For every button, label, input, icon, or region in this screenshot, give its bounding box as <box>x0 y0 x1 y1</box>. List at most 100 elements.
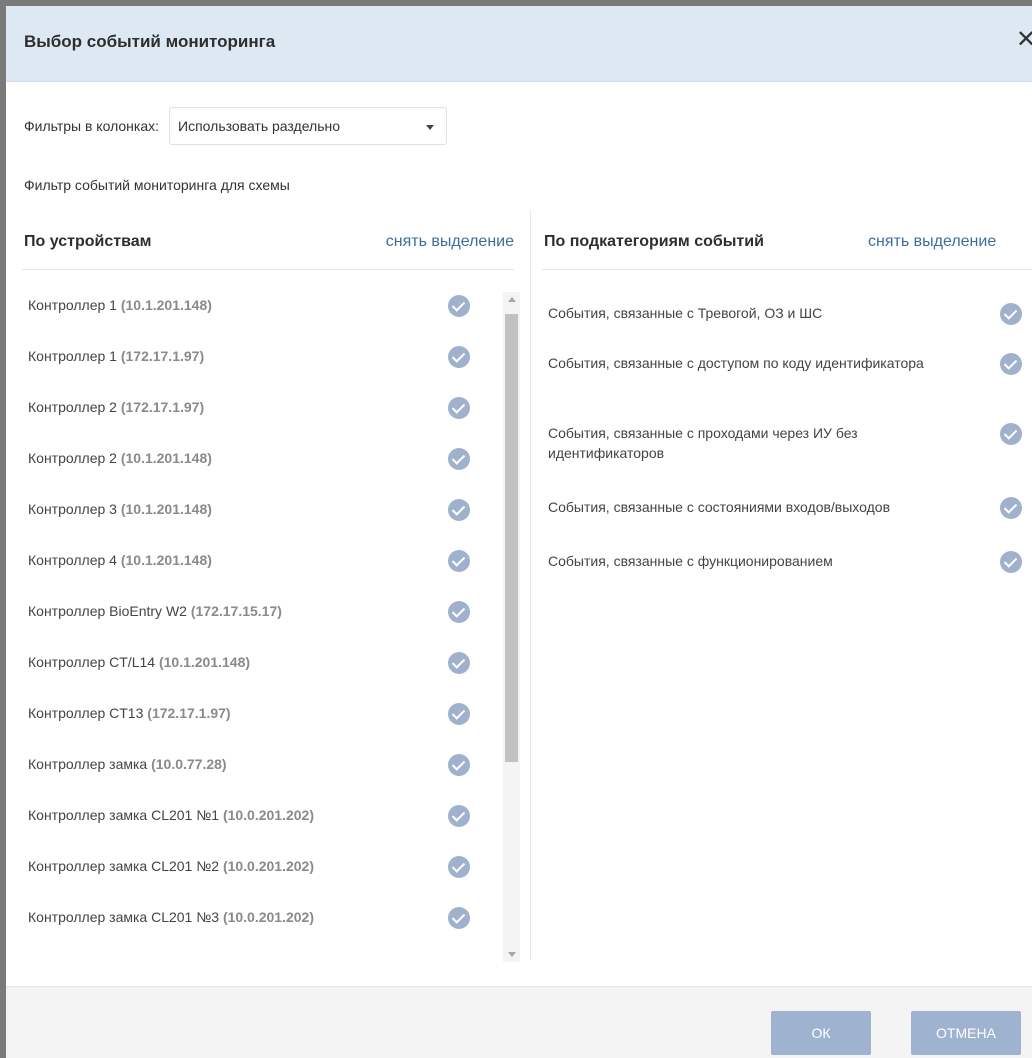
device-list-item[interactable] <box>26 946 476 963</box>
device-name: Контроллер 2 <box>28 450 117 466</box>
device-ip: (10.0.77.28) <box>151 756 227 772</box>
device-list-item[interactable]: Контроллер 2 (10.1.201.148) <box>26 436 476 487</box>
device-name: Контроллер замка CL201 №3 <box>28 909 220 925</box>
device-name: Контроллер замка CL201 №2 <box>28 858 220 874</box>
device-ip: (172.17.1.97) <box>120 399 205 415</box>
device-list-item[interactable]: Контроллер 3 (10.1.201.148) <box>26 487 476 538</box>
device-label: Контроллер замка CL201 №3 (10.0.201.202) <box>28 909 314 925</box>
device-label: Контроллер BioEntry W2 (172.17.15.17) <box>28 603 282 619</box>
category-list-item[interactable]: События, связанные с функционированием <box>548 537 1032 587</box>
schema-filter-subtitle: Фильтр событий мониторинга для схемы <box>24 177 290 193</box>
device-name: Контроллер BioEntry W2 <box>28 603 187 619</box>
device-list-item[interactable]: Контроллер CT/L14 (10.1.201.148) <box>26 640 476 691</box>
device-list-item[interactable]: Контроллер BioEntry W2 (172.17.15.17) <box>26 589 476 640</box>
dialog-footer: ОК ОТМЕНА <box>6 986 1032 1058</box>
device-ip: (10.1.201.148) <box>120 297 212 313</box>
device-label: Контроллер 4 (10.1.201.148) <box>28 552 212 568</box>
device-name: Контроллер 3 <box>28 501 117 517</box>
devices-column-title: По устройствам <box>24 233 152 250</box>
check-circle-icon[interactable] <box>448 652 470 674</box>
cancel-button[interactable]: ОТМЕНА <box>911 1011 1021 1055</box>
filter-label: Фильтры в колонках: <box>24 118 160 134</box>
check-circle-icon[interactable] <box>448 907 470 929</box>
device-label: Контроллер 1 (172.17.1.97) <box>28 348 204 364</box>
scroll-up-icon[interactable] <box>508 297 516 302</box>
device-ip: (10.1.201.148) <box>120 552 212 568</box>
device-ip: (10.0.201.202) <box>222 858 315 874</box>
device-ip: (10.1.201.148) <box>158 654 251 670</box>
categories-clear-selection-link[interactable]: снять выделение <box>868 233 996 251</box>
device-label: Контроллер замка CL201 №1 (10.0.201.202) <box>28 807 314 823</box>
device-list-item[interactable]: Контроллер замка CL201 №2 (10.0.201.202) <box>26 844 476 895</box>
category-list-item[interactable]: События, связанные с проходами через ИУ … <box>548 409 1032 483</box>
device-list-item[interactable]: Контроллер 1 (10.1.201.148) <box>26 283 476 334</box>
device-name: Контроллер 1 <box>28 348 117 364</box>
check-circle-icon[interactable] <box>1000 353 1022 375</box>
device-label: Контроллер CT13 (172.17.1.97) <box>28 705 231 721</box>
devices-clear-selection-link[interactable]: снять выделение <box>386 233 514 251</box>
check-circle-icon[interactable] <box>448 856 470 878</box>
device-label: Контроллер CT/L14 (10.1.201.148) <box>28 654 250 670</box>
category-list-item[interactable]: События, связанные с Тревогой, ОЗ и ШС <box>548 289 1032 339</box>
category-list-item[interactable]: События, связанные с доступом по коду ид… <box>548 339 1032 409</box>
filter-mode-select[interactable]: Использовать раздельно <box>169 107 448 145</box>
check-circle-icon[interactable] <box>1000 497 1022 519</box>
category-label: События, связанные с проходами через ИУ … <box>548 425 858 461</box>
device-list-item[interactable]: Контроллер замка CL201 №1 (10.0.201.202) <box>26 793 476 844</box>
check-circle-icon[interactable] <box>448 754 470 776</box>
check-circle-icon[interactable] <box>448 346 470 368</box>
device-label: Контроллер замка CL201 №2 (10.0.201.202) <box>28 858 314 874</box>
check-circle-icon[interactable] <box>448 805 470 827</box>
ok-button[interactable]: ОК <box>771 1011 871 1055</box>
check-circle-icon[interactable] <box>448 397 470 419</box>
device-name: Контроллер CT13 <box>28 705 144 721</box>
device-label: Контроллер 3 (10.1.201.148) <box>28 501 212 517</box>
device-list-item[interactable]: Контроллер 2 (172.17.1.97) <box>26 385 476 436</box>
device-list-scrollbar[interactable] <box>503 292 520 962</box>
device-list: Контроллер 1 (10.1.201.148) Контроллер 1 … <box>26 283 476 963</box>
scrollbar-thumb[interactable] <box>505 314 518 762</box>
check-circle-icon[interactable] <box>448 295 470 317</box>
dialog-header: Выбор событий мониторинга ✕ <box>6 6 1032 82</box>
device-name: Контроллер 2 <box>28 399 117 415</box>
categories-column-header: По подкатегориям событий снять выделение <box>542 228 1032 270</box>
check-circle-icon[interactable] <box>448 703 470 725</box>
device-ip: (10.0.201.202) <box>222 807 315 823</box>
check-circle-icon[interactable] <box>448 550 470 572</box>
device-list-item[interactable]: Контроллер замка CL201 №3 (10.0.201.202) <box>26 895 476 946</box>
check-circle-icon[interactable] <box>448 601 470 623</box>
device-list-item[interactable]: Контроллер 4 (10.1.201.148) <box>26 538 476 589</box>
filter-row: Фильтры в колонках: Использовать раздель… <box>24 107 448 145</box>
device-name: Контроллер CT/L14 <box>28 654 156 670</box>
check-circle-icon[interactable] <box>448 448 470 470</box>
device-label: Контроллер замка (10.0.77.28) <box>28 756 227 772</box>
device-label: Контроллер 2 (172.17.1.97) <box>28 399 204 415</box>
device-list-item[interactable]: Контроллер CT13 (172.17.1.97) <box>26 691 476 742</box>
device-ip: (10.1.201.148) <box>120 450 212 466</box>
devices-column-header: По устройствам снять выделение <box>22 228 514 270</box>
category-label: События, связанные с Тревогой, ОЗ и ШС <box>548 305 823 321</box>
scroll-down-icon[interactable] <box>508 952 516 957</box>
close-icon[interactable]: ✕ <box>1016 28 1032 52</box>
device-ip: (172.17.1.97) <box>147 705 231 721</box>
category-label: События, связанные с состояниями входов/… <box>548 499 891 515</box>
check-circle-icon[interactable] <box>1000 303 1022 325</box>
device-name: Контроллер замка CL201 №1 <box>28 807 220 823</box>
categories-column-title: По подкатегориям событий <box>544 233 764 250</box>
device-name: Контроллер 1 <box>28 297 117 313</box>
check-circle-icon[interactable] <box>1000 551 1022 573</box>
chevron-down-icon <box>426 125 435 130</box>
category-label: События, связанные с доступом по коду ид… <box>548 355 924 371</box>
category-list-item[interactable]: События, связанные с состояниями входов/… <box>548 483 1032 537</box>
device-list-item[interactable]: Контроллер замка (10.0.77.28) <box>26 742 476 793</box>
device-ip: (10.0.201.202) <box>222 909 315 925</box>
dialog-title: Выбор событий мониторинга <box>24 32 276 51</box>
device-ip: (172.17.1.97) <box>120 348 205 364</box>
category-label: События, связанные с функционированием <box>548 553 833 569</box>
check-circle-icon[interactable] <box>1000 423 1022 445</box>
device-name: Контроллер замка <box>28 756 148 772</box>
dialog: Выбор событий мониторинга ✕ Фильтры в ко… <box>0 0 1032 1058</box>
check-circle-icon[interactable] <box>448 499 470 521</box>
filter-mode-value: Использовать раздельно <box>178 118 341 134</box>
device-list-item[interactable]: Контроллер 1 (172.17.1.97) <box>26 334 476 385</box>
